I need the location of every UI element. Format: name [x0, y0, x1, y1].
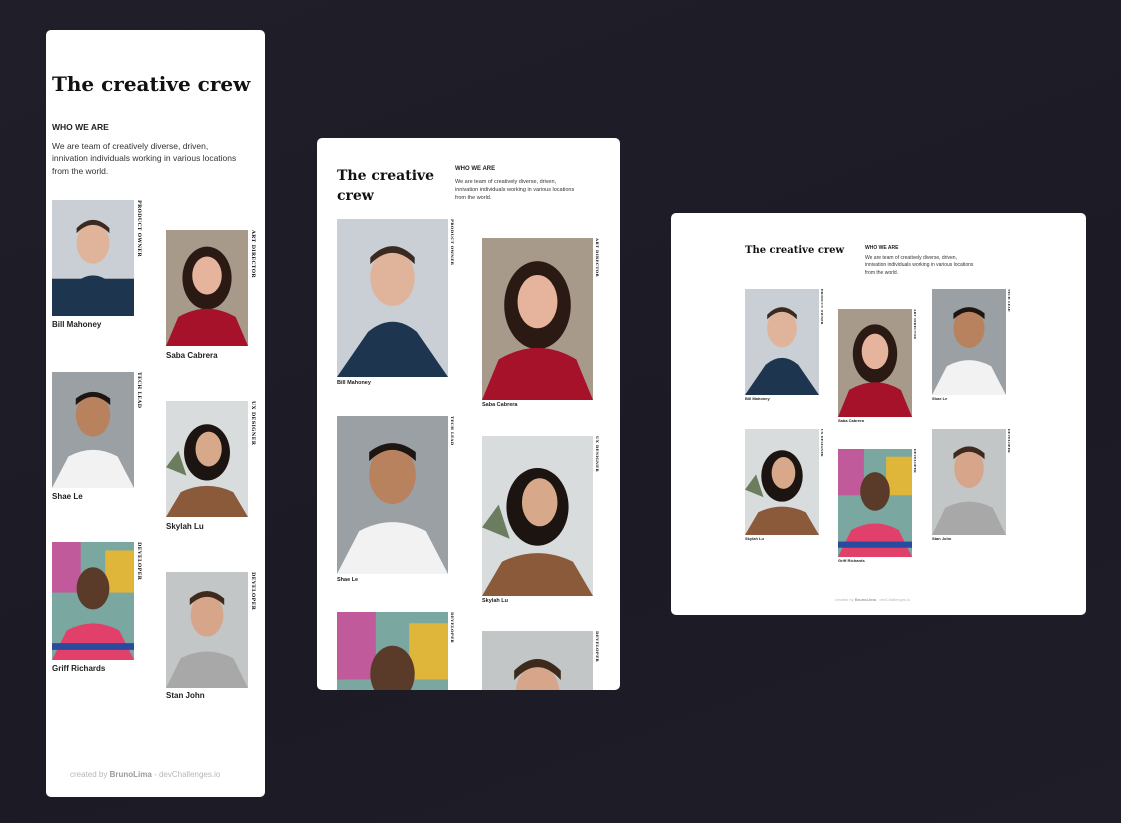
member-role-stan: Developer	[1007, 429, 1011, 453]
section-heading: WHO WE ARE	[52, 122, 109, 132]
member-role-bill: Product Owner	[136, 200, 142, 257]
member-photo-saba	[838, 309, 912, 417]
team-description: We are team of creatively diverse, drive…	[52, 141, 237, 176]
member-role-skylah: UX Designer	[820, 429, 824, 457]
member-role-griff: Developer	[450, 612, 455, 644]
member-name-saba: Saba Cabrera	[166, 351, 218, 360]
member-photo-griff	[838, 449, 912, 557]
member-name-stan: Stan John	[166, 691, 205, 700]
member-name-stan: Stan John	[932, 536, 952, 541]
member-name-griff: Griff Richards	[838, 558, 865, 563]
member-role-shae: Tech Lead	[1007, 289, 1011, 312]
member-photo-bill	[337, 219, 448, 377]
member-role-stan: Developer	[250, 572, 256, 611]
team-description: We are team of creatively diverse, drive…	[455, 179, 575, 201]
member-photo-saba	[166, 230, 248, 346]
member-photo-skylah	[745, 429, 819, 535]
team-description: We are team of creatively diverse, drive…	[865, 255, 974, 276]
member-role-griff: Developer	[913, 449, 917, 473]
section-heading: WHO WE ARE	[455, 166, 496, 172]
member-role-skylah: UX Designer	[250, 401, 256, 446]
member-role-saba: Art Director	[250, 230, 256, 278]
member-role-stan: Developer	[595, 631, 600, 663]
mobile-preview-card: The creative crew WHO WE ARE We are team…	[46, 30, 265, 797]
member-role-shae: Tech Lead	[136, 372, 142, 409]
member-photo-stan	[166, 572, 248, 688]
member-photo-saba	[482, 238, 593, 400]
member-name-skylah: Skylah Lu	[482, 598, 508, 604]
member-name-bill: Bill Mahoney	[52, 320, 102, 329]
member-name-skylah: Skylah Lu	[166, 522, 204, 531]
desktop-preview-card: The creative crew WHO WE ARE We are team…	[671, 213, 1086, 615]
tablet-preview-card: The creative crew WHO WE ARE We are team …	[317, 138, 620, 690]
member-photo-shae	[337, 416, 448, 574]
page-title: The creative crew	[745, 245, 845, 256]
member-name-bill: Bill Mahoney	[337, 380, 371, 386]
member-photo-shae	[52, 372, 134, 488]
member-photo-skylah	[482, 436, 593, 596]
page-title: The creative crew	[337, 168, 435, 205]
member-name-saba: Saba Cabrera	[482, 402, 518, 408]
member-photo-bill	[52, 200, 134, 316]
member-role-skylah: UX Designer	[595, 436, 600, 473]
member-photo-griff	[52, 542, 134, 660]
member-role-shae: Tech Lead	[450, 416, 455, 446]
member-photo-griff	[337, 612, 448, 690]
member-role-bill: Product Owner	[450, 219, 455, 266]
member-photo-bill	[745, 289, 819, 395]
member-photo-stan	[932, 429, 1006, 535]
member-photo-stan	[482, 631, 593, 690]
credit-footer: created by BrunoLima - devChallenges.io	[70, 770, 221, 779]
page-title: The creative crew	[52, 72, 251, 96]
member-name-griff: Griff Richards	[52, 664, 106, 673]
member-name-bill: Bill Mahoney	[745, 396, 770, 401]
member-photo-skylah	[166, 401, 248, 517]
member-role-griff: Developer	[136, 542, 142, 581]
credit-footer: created by BrunoLima - devChallenges.io	[835, 597, 911, 602]
member-role-saba: Art Director	[913, 309, 917, 340]
member-name-shae: Shae Le	[337, 577, 359, 583]
member-name-shae: Shae Le	[52, 492, 83, 501]
member-role-saba: Art Director	[595, 238, 600, 278]
member-name-shae: Shae Le	[932, 396, 948, 401]
section-heading: WHO WE ARE	[865, 245, 899, 251]
member-photo-shae	[932, 289, 1006, 395]
member-role-bill: Product Owner	[820, 289, 824, 325]
member-name-skylah: Skylah Lu	[745, 536, 764, 541]
member-name-saba: Saba Cabrera	[838, 418, 864, 423]
